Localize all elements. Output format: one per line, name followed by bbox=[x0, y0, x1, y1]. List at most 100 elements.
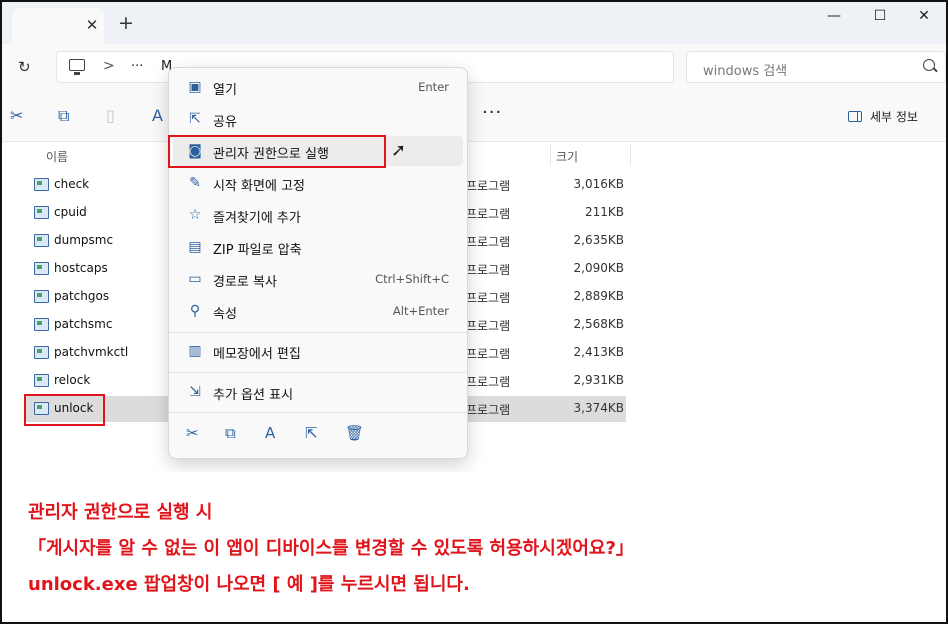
file-type: 프로그램 bbox=[466, 207, 511, 221]
share-icon: ⇱ bbox=[189, 111, 201, 127]
file-name: check bbox=[54, 177, 90, 191]
cut-icon[interactable]: ✂ bbox=[186, 424, 199, 442]
wrench-icon: ⚲ bbox=[189, 303, 201, 319]
maximize-button[interactable]: ☐ bbox=[870, 8, 890, 24]
menu-item-share[interactable]: ⇱ 공유 bbox=[173, 104, 463, 134]
details-pane-icon bbox=[848, 111, 862, 122]
file-name: dumpsmc bbox=[54, 233, 114, 247]
copy-icon[interactable]: ⧉ bbox=[58, 106, 69, 126]
instruction-caption: 관리자 권한으로 실행 시 「게시자를 알 수 없는 이 앱이 디바이스를 변경… bbox=[2, 472, 946, 622]
address-row: ↻ > ··· M windows 검색 bbox=[2, 44, 946, 92]
column-header-name[interactable]: 이름 bbox=[46, 148, 68, 165]
file-name: patchsmc bbox=[54, 317, 113, 331]
application-icon bbox=[34, 290, 49, 303]
application-icon bbox=[34, 178, 49, 191]
more-options-button[interactable]: ··· bbox=[482, 102, 502, 123]
menu-separator bbox=[169, 412, 467, 413]
file-name: patchgos bbox=[54, 289, 110, 303]
file-size: 2,931KB bbox=[573, 373, 624, 387]
details-label: 세부 정보 bbox=[870, 110, 918, 124]
menu-item-pin-to-start[interactable]: ✎ 시작 화면에 고정 bbox=[173, 168, 463, 198]
menu-item-add-to-favorites[interactable]: ☆ 즐겨찾기에 추가 bbox=[173, 200, 463, 230]
breadcrumb-separator: > bbox=[103, 58, 115, 74]
menu-item-open[interactable]: ▣ 열기 Enter bbox=[173, 72, 463, 102]
menu-item-label: 추가 옵션 표시 bbox=[213, 388, 294, 403]
file-size: 2,889KB bbox=[573, 289, 624, 303]
pin-icon: ✎ bbox=[189, 175, 201, 191]
title-bar: ✕ + — ☐ ✕ bbox=[2, 2, 946, 44]
file-size: 211KB bbox=[584, 205, 624, 219]
refresh-icon[interactable]: ↻ bbox=[18, 58, 31, 76]
file-size: 2,090KB bbox=[573, 261, 624, 275]
menu-item-shortcut: Enter bbox=[418, 80, 449, 94]
rename-icon[interactable]: A bbox=[152, 106, 163, 125]
file-size: 2,568KB bbox=[573, 317, 624, 331]
run-as-admin-highlight-box bbox=[168, 135, 386, 168]
menu-item-label: 공유 bbox=[213, 115, 237, 130]
menu-separator bbox=[169, 332, 467, 333]
new-tab-button[interactable]: + bbox=[118, 12, 134, 34]
close-window-button[interactable]: ✕ bbox=[914, 8, 934, 24]
file-name: relock bbox=[54, 373, 91, 387]
menu-item-properties[interactable]: ⚲ 속성 Alt+Enter bbox=[173, 296, 463, 326]
application-icon bbox=[34, 206, 49, 219]
menu-item-shortcut: Alt+Enter bbox=[392, 304, 449, 318]
context-menu: ▣ 열기 Enter ⇱ 공유 ◙ 관리자 권한으로 실행 ✎ 시작 화면에 고… bbox=[168, 67, 468, 459]
command-bar: ✂ ⧉ ▯ A ··· 세부 정보 bbox=[2, 92, 946, 142]
search-input[interactable]: windows 검색 bbox=[686, 51, 946, 83]
file-type: 프로그램 bbox=[466, 179, 511, 193]
file-type: 프로그램 bbox=[466, 319, 511, 333]
file-type: 프로그램 bbox=[466, 263, 511, 277]
search-placeholder: windows 검색 bbox=[703, 64, 788, 79]
file-type: 프로그램 bbox=[466, 347, 511, 361]
menu-separator bbox=[169, 372, 467, 373]
file-list: 이름 크기 check 프로그램 3,016KB cpuid 프로그램 211K… bbox=[2, 142, 946, 472]
column-divider[interactable] bbox=[630, 144, 631, 166]
application-icon bbox=[34, 346, 49, 359]
menu-item-shortcut: Ctrl+Shift+C bbox=[375, 272, 449, 286]
file-name: cpuid bbox=[54, 205, 87, 219]
copy-path-icon: ▭ bbox=[188, 271, 202, 287]
rename-icon[interactable]: A bbox=[265, 424, 275, 442]
column-header-size[interactable]: 크기 bbox=[556, 148, 578, 165]
share-icon[interactable]: ⇱ bbox=[305, 424, 318, 442]
column-divider[interactable] bbox=[550, 144, 551, 166]
menu-item-compress-zip[interactable]: ▤ ZIP 파일로 압축 bbox=[173, 232, 463, 262]
this-pc-icon[interactable] bbox=[69, 59, 85, 75]
file-name: patchvmkctl bbox=[54, 345, 129, 359]
details-pane-button[interactable]: 세부 정보 bbox=[848, 108, 918, 125]
more-options-icon: ⇲ bbox=[189, 384, 201, 400]
mouse-cursor-icon: ➚ bbox=[391, 140, 407, 161]
zip-folder-icon: ▤ bbox=[188, 239, 202, 255]
open-icon: ▣ bbox=[188, 79, 202, 95]
minimize-button[interactable]: — bbox=[824, 8, 844, 24]
application-icon bbox=[34, 318, 49, 331]
menu-item-label: 즐겨찾기에 추가 bbox=[213, 211, 301, 226]
breadcrumb-overflow[interactable]: ··· bbox=[131, 59, 143, 74]
file-size: 2,635KB bbox=[573, 233, 624, 247]
menu-item-label: 열기 bbox=[213, 83, 237, 98]
menu-item-copy-as-path[interactable]: ▭ 경로로 복사 Ctrl+Shift+C bbox=[173, 264, 463, 294]
file-size: 3,374KB bbox=[573, 401, 624, 415]
file-type: 프로그램 bbox=[466, 403, 511, 417]
copy-icon[interactable]: ⧉ bbox=[225, 424, 236, 442]
file-name: hostcaps bbox=[54, 261, 108, 275]
cut-icon[interactable]: ✂ bbox=[10, 106, 23, 125]
explorer-tab[interactable]: ✕ bbox=[12, 8, 104, 44]
menu-item-show-more-options[interactable]: ⇲ 추가 옵션 표시 bbox=[173, 377, 463, 407]
menu-item-label: 경로로 복사 bbox=[213, 275, 277, 290]
file-type: 프로그램 bbox=[466, 291, 511, 305]
menu-item-label: 메모장에서 편집 bbox=[213, 347, 301, 362]
file-type: 프로그램 bbox=[466, 375, 511, 389]
paste-icon[interactable]: ▯ bbox=[106, 106, 115, 125]
menu-item-label: 속성 bbox=[213, 307, 237, 322]
file-size: 2,413KB bbox=[573, 345, 624, 359]
menu-item-label: 시작 화면에 고정 bbox=[213, 179, 305, 194]
caption-line-2: 「게시자를 알 수 없는 이 앱이 디바이스를 변경할 수 있도록 허용하시겠어… bbox=[28, 538, 634, 559]
delete-icon[interactable]: 🗑 bbox=[345, 424, 364, 442]
caption-line-3: unlock.exe 팝업창이 나오면 [ 예 ]를 누르시면 됩니다. bbox=[28, 574, 470, 595]
application-icon bbox=[34, 262, 49, 275]
menu-item-edit-in-notepad[interactable]: ▥ 메모장에서 편집 bbox=[173, 336, 463, 366]
tab-close-icon[interactable]: ✕ bbox=[84, 16, 100, 34]
file-size: 3,016KB bbox=[573, 177, 624, 191]
